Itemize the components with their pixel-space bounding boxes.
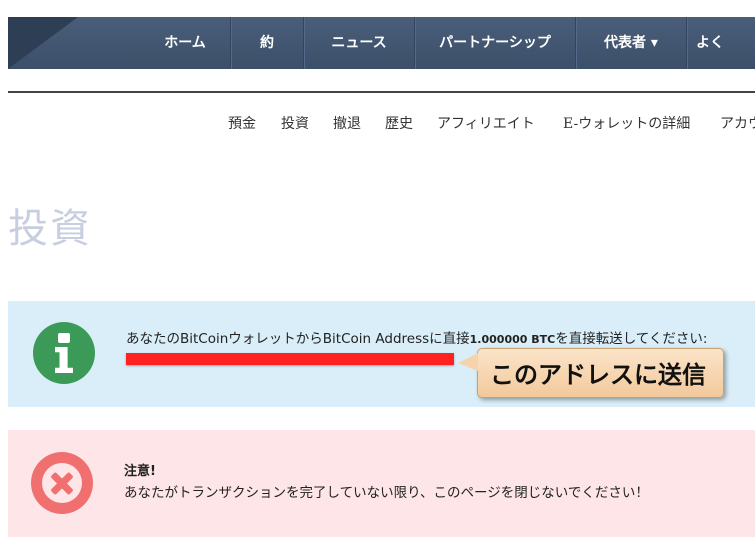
btc-amount: 1.000000 BTC (469, 333, 556, 346)
nav-item-representatives[interactable]: 代表者 ▾ (576, 17, 686, 69)
subnav-history[interactable]: 歴史 (385, 112, 413, 136)
callout-tail (458, 353, 478, 371)
info-icon-stem (55, 347, 73, 373)
warning-text: あなたがトランザクションを完了していない限り、このページを閉じないでください！ (124, 485, 649, 501)
send-address-callout: このアドレスに送信 (458, 348, 724, 398)
subnav-ewallet-details[interactable]: E-ウォレットの詳細 (563, 112, 690, 136)
instruction-text-after: を直接転送してください: (555, 331, 708, 347)
callout-text: このアドレスに送信 (490, 361, 706, 389)
subnav-withdraw[interactable]: 撤退 (333, 112, 361, 136)
redacted-address-highlight (126, 353, 454, 365)
nav-item-news[interactable]: ニュース (304, 17, 414, 69)
subnav-deposit[interactable]: 預金 (228, 112, 256, 136)
subnav-account[interactable]: アカウ (720, 112, 755, 136)
info-icon-dot (58, 333, 70, 343)
warning-title: 注意! (124, 464, 156, 479)
info-icon (33, 322, 95, 384)
nav-item-partnership[interactable]: パートナーシップ (415, 17, 575, 69)
nav-item-about[interactable]: 約 (231, 17, 303, 69)
top-nav-bar: ホーム 約 ニュース パートナーシップ 代表者 ▾ よく (8, 17, 755, 69)
nav-item-home[interactable]: ホーム (140, 17, 230, 69)
nav-separator (686, 17, 687, 69)
info-alert: あなたのBitCoinウォレットからBitCoin Addressに直接1.00… (8, 301, 755, 407)
close-circle-icon (31, 452, 93, 514)
instruction-text-before: あなたのBitCoinウォレットからBitCoin Addressに直接 (126, 331, 470, 347)
subnav-affiliate[interactable]: アフィリエイト (437, 112, 535, 136)
nav-item-faq[interactable]: よく (696, 17, 755, 69)
divider (8, 91, 755, 93)
nav-corner-decoration (8, 17, 78, 69)
subnav-invest[interactable]: 投資 (281, 112, 309, 136)
warning-alert: 注意! あなたがトランザクションを完了していない限り、このページを閉じないでくだ… (8, 430, 755, 537)
page-title: 投資 (8, 206, 92, 252)
transfer-instruction: あなたのBitCoinウォレットからBitCoin Addressに直接1.00… (126, 327, 707, 347)
